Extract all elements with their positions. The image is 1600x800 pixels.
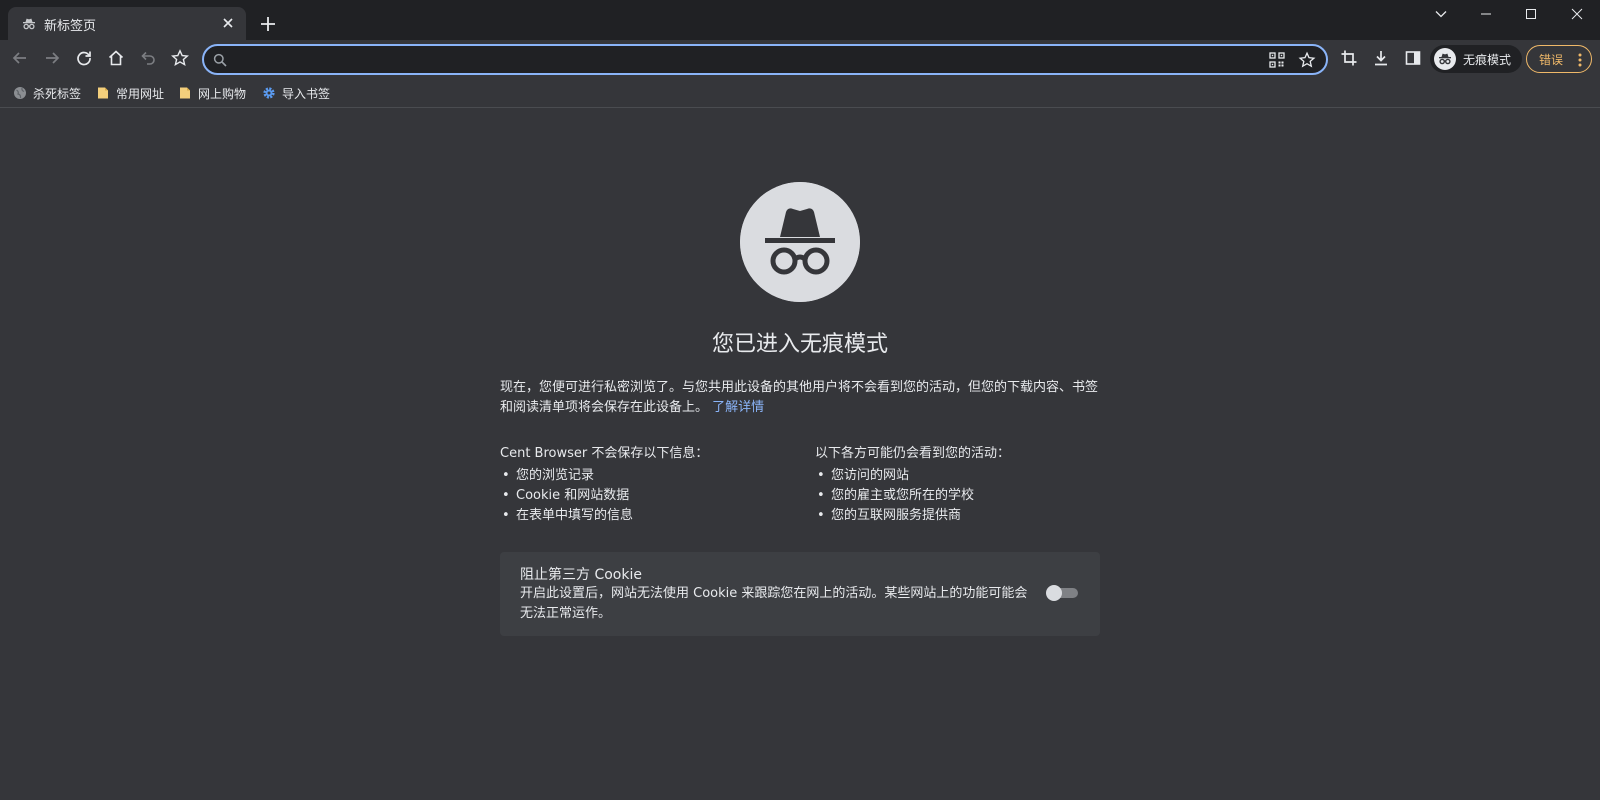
arrow-right-icon [46,52,60,64]
arrow-left-icon [12,52,26,64]
address-input[interactable] [234,48,1262,72]
home-button[interactable] [102,44,130,72]
download-icon [1375,51,1387,66]
error-button[interactable]: 错误 [1526,45,1592,73]
close-window-button[interactable] [1554,0,1600,28]
not-saved-list: 您的浏览记录 Cookie 和网站数据 在表单中填写的信息 [500,466,800,526]
incognito-icon [1434,48,1456,70]
bookmark-label: 导入书签 [282,86,331,101]
block-third-party-cookies-card: 阻止第三方 Cookie 开启此设置后，网站无法使用 Cookie 来跟踪您在网… [500,552,1100,636]
tab-strip: 新标签页 [0,0,1600,40]
list-item: 您访问的网站 [815,466,1115,486]
list-item: 您的互联网服务提供商 [815,506,1115,526]
bookmark-label: 网上购物 [198,86,247,101]
home-icon [108,50,124,66]
close-icon[interactable] [220,15,236,31]
folder-icon [180,87,190,99]
close-icon [1571,8,1583,20]
intro-paragraph: 现在，您便可进行私密浏览了。与您共用此设备的其他用户将不会看到您的活动，但您的下… [500,378,1100,418]
side-panel-icon [1405,51,1421,65]
cookie-card-title: 阻止第三方 Cookie [520,567,642,583]
learn-more-link[interactable]: 了解详情 [712,400,764,415]
minimize-button[interactable] [1463,0,1509,28]
bookmark-import[interactable]: 导入书签 [262,83,330,103]
star-icon[interactable] [1298,51,1316,69]
bookmark-page-button[interactable] [166,44,194,72]
profile-label: 无痕模式 [1463,52,1512,67]
globe-icon [14,87,26,99]
star-icon [171,49,189,67]
chevron-down-icon [1435,11,1447,18]
qr-code-icon[interactable] [1268,51,1286,69]
intro-text: 现在，您便可进行私密浏览了。与您共用此设备的其他用户将不会看到您的活动，但您的下… [500,380,1099,415]
list-item: 您的浏览记录 [500,466,800,486]
bookmark-label: 常用网址 [116,86,165,101]
reload-button[interactable] [70,44,98,72]
visible-to-list: 您访问的网站 您的雇主或您所在的学校 您的互联网服务提供商 [815,466,1115,526]
maximize-button[interactable] [1508,0,1554,28]
crop-button[interactable] [1335,44,1363,72]
omnibox[interactable] [202,44,1328,75]
tab-title: 新标签页 [44,19,97,34]
bookmarks-bar: 杀死标签 常用网址 网上购物 导入书签 [0,78,1600,108]
toggle-knob [1046,585,1062,601]
undo-icon [141,51,155,65]
visible-to-section: 以下各方可能仍会看到您的活动： 您访问的网站 您的雇主或您所在的学校 您的互联网… [815,442,1115,526]
downloads-button[interactable] [1367,44,1395,72]
list-item: 在表单中填写的信息 [500,506,800,526]
back-button[interactable] [6,44,34,72]
bookmark-folder-shopping[interactable]: 网上购物 [178,83,246,103]
search-icon [213,53,227,67]
visible-to-heading: 以下各方可能仍会看到您的活动： [815,446,1011,461]
not-saved-section: Cent Browser 不会保存以下信息： 您的浏览记录 Cookie 和网站… [500,442,800,526]
bookmark-folder-common-sites[interactable]: 常用网址 [96,83,164,103]
tab-search-button[interactable] [1418,0,1464,28]
list-item: Cookie 和网站数据 [500,486,800,506]
page-title: 您已进入无痕模式 [711,332,888,357]
bookmark-label: 杀死标签 [33,86,82,101]
list-item: 您的雇主或您所在的学校 [815,486,1115,506]
side-panel-button[interactable] [1399,44,1427,72]
incognito-profile-button[interactable]: 无痕模式 [1430,45,1522,73]
incognito-page: 您已进入无痕模式 现在，您便可进行私密浏览了。与您共用此设备的其他用户将不会看到… [0,108,1600,800]
tab-new-tab[interactable]: 新标签页 [8,7,246,40]
new-tab-button[interactable] [258,14,278,34]
block-cookies-toggle[interactable] [1046,585,1078,601]
toolbar: 无痕模式 错误 [0,40,1600,78]
incognito-icon [23,18,35,30]
maximize-icon [1526,9,1536,19]
more-vertical-icon [1578,53,1582,67]
folder-icon [98,87,108,99]
undo-close-tab-button[interactable] [134,44,162,72]
minimize-icon [1481,13,1491,15]
forward-button[interactable] [38,44,66,72]
cookie-card-description: 开启此设置后，网站无法使用 Cookie 来跟踪您在网上的活动。某些网站上的功能… [520,586,1028,621]
reload-icon [77,51,91,66]
error-label: 错误 [1539,52,1564,67]
crop-icon [1341,50,1357,66]
not-saved-heading: Cent Browser 不会保存以下信息： [500,446,709,461]
gear-icon [263,87,275,99]
incognito-icon [740,182,860,302]
bookmark-kill-tabs[interactable]: 杀死标签 [13,83,81,103]
